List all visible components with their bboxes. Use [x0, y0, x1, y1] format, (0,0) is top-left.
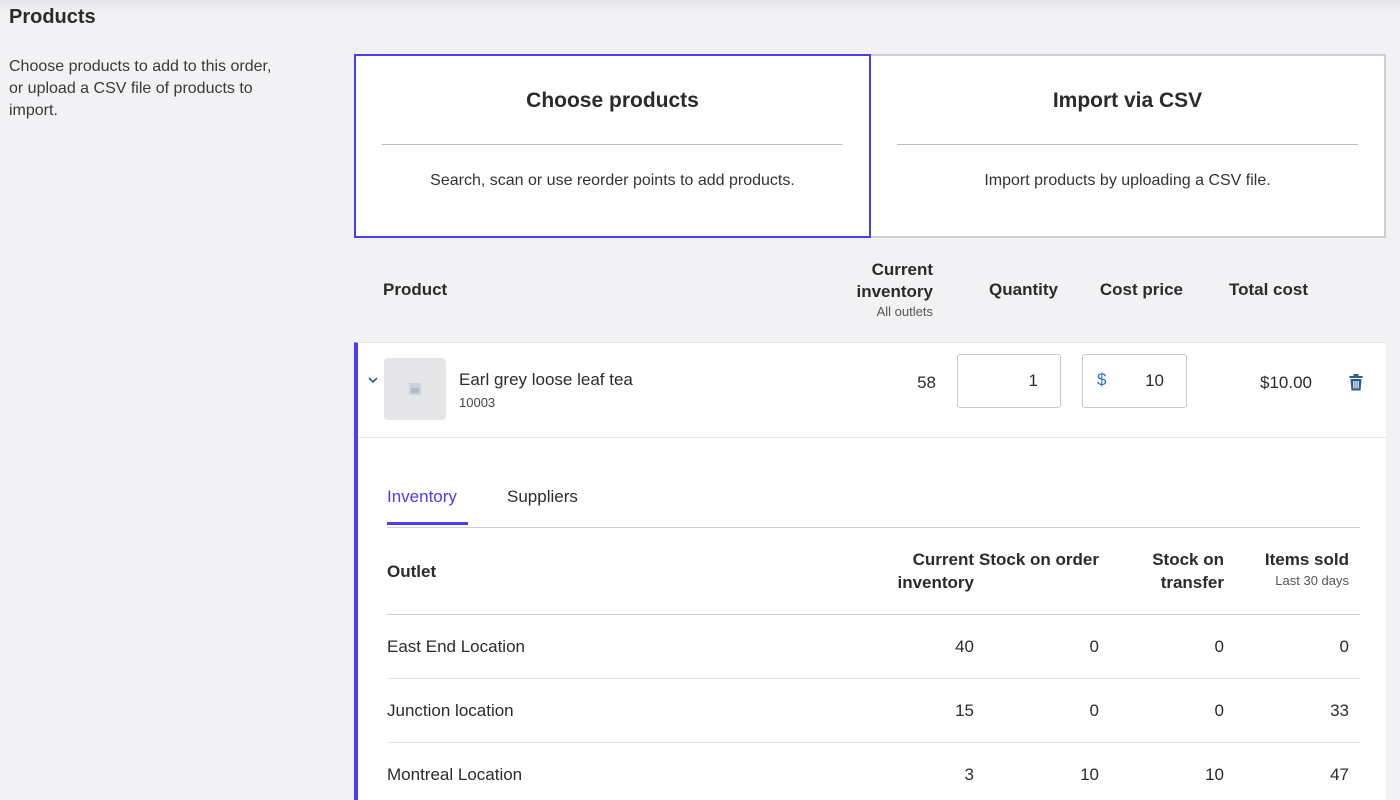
outlets-header-current-inventory: Current inventory — [897, 550, 974, 592]
chevron-down-icon[interactable] — [366, 373, 380, 387]
import-csv-card[interactable]: Import via CSV Import products by upload… — [871, 54, 1386, 238]
choose-products-title: Choose products — [526, 89, 699, 112]
outlet-current-inventory: 15 — [955, 701, 974, 720]
product-current-inventory: 58 — [917, 373, 936, 392]
col-header-current-inventory-sub: All outlets — [876, 304, 933, 319]
choose-products-card[interactable]: Choose products Search, scan or use reor… — [354, 54, 871, 238]
outlet-name: Junction location — [387, 701, 514, 720]
outlet-row: East End Location 40 0 0 0 — [387, 615, 1360, 679]
outlet-row: Montreal Location 3 10 10 47 — [387, 743, 1360, 800]
tab-inventory[interactable]: Inventory — [387, 487, 468, 525]
tabs-underline — [387, 527, 1360, 528]
product-sku: 10003 — [459, 395, 496, 410]
outlet-stock-on-order: 0 — [1089, 701, 1099, 720]
outlet-stock-on-order: 10 — [1080, 765, 1099, 784]
card-divider — [897, 144, 1358, 145]
col-header-current-inventory-label: Current inventory — [856, 260, 933, 301]
outlet-name: East End Location — [387, 637, 525, 656]
import-csv-description: Import products by uploading a CSV file. — [984, 172, 1271, 189]
outlets-header-items-sold-sub: Last 30 days — [1275, 573, 1349, 588]
top-shadow — [0, 0, 1400, 14]
outlet-name: Montreal Location — [387, 765, 523, 784]
choose-products-description: Search, scan or use reorder points to ad… — [430, 172, 795, 189]
tab-suppliers[interactable]: Suppliers — [507, 487, 578, 522]
import-csv-title: Import via CSV — [1052, 89, 1203, 112]
detail-tabs: Inventory Suppliers — [387, 473, 1360, 528]
outlets-header-stock-on-order: Stock on order — [979, 550, 1099, 569]
quantity-input[interactable] — [958, 355, 1060, 407]
section-title: Products — [9, 6, 96, 28]
trash-icon[interactable] — [1349, 374, 1363, 391]
product-thumbnail — [384, 358, 446, 420]
outlet-stock-on-transfer: 0 — [1214, 701, 1224, 720]
outlet-row: Junction location 15 0 0 33 — [387, 679, 1360, 743]
product-name[interactable]: Earl grey loose leaf tea — [459, 370, 633, 390]
outlet-current-inventory: 3 — [964, 765, 974, 784]
outlet-items-sold: 33 — [1330, 701, 1349, 720]
col-header-cost-price: Cost price — [1099, 280, 1183, 299]
outlet-stock-on-order: 0 — [1089, 637, 1099, 656]
col-header-quantity: Quantity — [989, 280, 1058, 299]
image-placeholder-icon — [409, 383, 421, 395]
col-header-current-inventory: Current inventory All outlets — [800, 259, 933, 321]
outlets-header-stock-on-transfer: Stock on transfer — [1152, 550, 1224, 592]
quantity-input-wrapper — [957, 354, 1061, 408]
card-divider — [382, 144, 843, 145]
outlet-stock-on-transfer: 0 — [1214, 637, 1224, 656]
cost-price-input-wrapper: $ — [1082, 354, 1187, 408]
outlet-current-inventory: 40 — [955, 637, 974, 656]
outlets-header-items-sold: Items sold Last 30 days — [1228, 548, 1349, 591]
outlets-header-items-sold-label: Items sold — [1264, 550, 1349, 569]
product-total-cost: $10.00 — [1260, 373, 1312, 392]
row-divider — [358, 437, 1386, 438]
col-header-total-cost: Total cost — [1228, 280, 1308, 299]
outlet-stock-on-transfer: 10 — [1205, 765, 1224, 784]
product-row-panel: Earl grey loose leaf tea 10003 58 $ $10.… — [354, 342, 1386, 800]
outlets-header-outlet: Outlet — [387, 562, 437, 581]
add-mode-selector: Choose products Search, scan or use reor… — [354, 54, 1386, 238]
col-header-product: Product — [383, 280, 448, 299]
currency-symbol: $ — [1097, 370, 1107, 389]
outlet-items-sold: 47 — [1330, 765, 1349, 784]
outlet-items-sold: 0 — [1339, 637, 1349, 656]
section-description: Choose products to add to this order, or… — [9, 58, 272, 119]
